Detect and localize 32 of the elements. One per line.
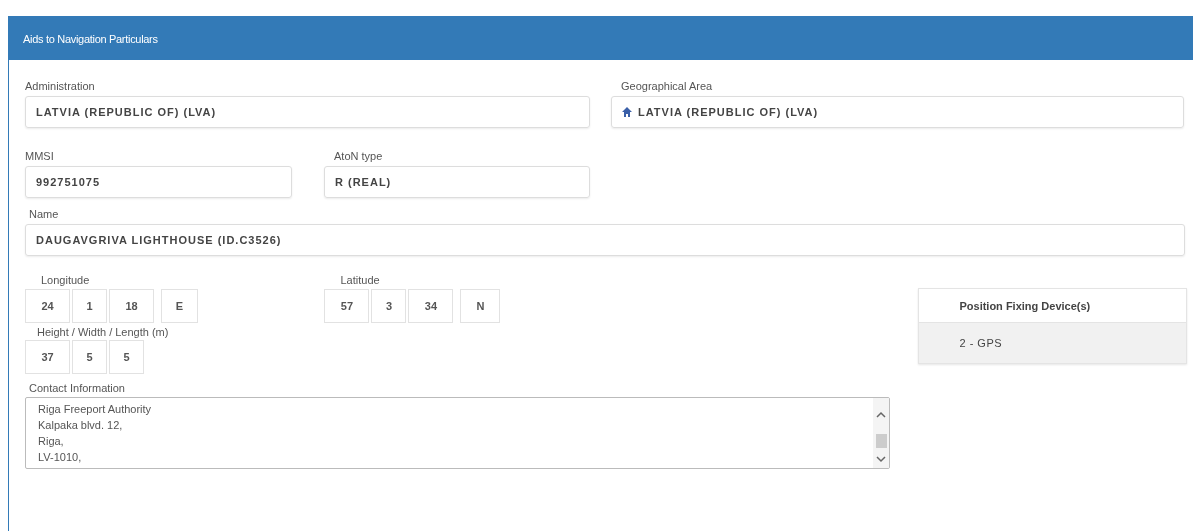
contact-text-area[interactable]: Riga Freeport Authority Kalpaka blvd. 12, Riga, LV-1010, (25, 397, 890, 469)
longitude-field[interactable]: E (161, 289, 198, 323)
latitude-field[interactable]: N (460, 289, 501, 323)
field-label: AtoN type (334, 150, 383, 162)
field-label: Contact Information (29, 382, 125, 394)
contact-text: Riga Freeport Authority Kalpaka blvd. 12, Riga, LV-1010, (37, 402, 153, 465)
dimension-field[interactable]: 5 (109, 340, 144, 374)
administration-field[interactable]: LATVIA (REPUBLIC OF) (LVA) (25, 96, 590, 128)
field-label: Administration (25, 80, 95, 92)
mmsi-field[interactable]: 992751075 (25, 166, 292, 198)
name-field[interactable]: DAUGAVGRIVA LIGHTHOUSE (ID.C3526) (25, 224, 1185, 256)
table-cell: 2 - GPS (919, 323, 1186, 363)
field-label: Longitude (41, 274, 90, 286)
home-icon (622, 107, 632, 117)
field-label: Latitude (340, 274, 380, 286)
field-label: Name (29, 208, 59, 220)
dimension-field[interactable]: 5 (72, 340, 107, 374)
field-label: Geographical Area (621, 80, 713, 92)
longitude-field[interactable]: 18 (109, 289, 154, 323)
geographical-area-field[interactable]: LATVIA (REPUBLIC OF) (LVA) (611, 96, 1184, 128)
dimension-field[interactable]: 37 (25, 340, 70, 374)
field-label: MMSI (25, 150, 54, 162)
latitude-field[interactable]: 34 (408, 289, 454, 323)
longitude-field[interactable]: 24 (25, 289, 70, 323)
field-label: Height / Width / Length (m) (37, 326, 169, 338)
latitude-field[interactable]: 3 (371, 289, 407, 323)
panel-title: Aids to Navigation Particulars (9, 17, 1193, 60)
geographical-area-value: LATVIA (REPUBLIC OF) (LVA) (638, 106, 819, 118)
aton-type-field[interactable]: R (REAL) (324, 166, 590, 198)
scrollbar-icon[interactable] (873, 398, 889, 468)
latitude-field[interactable]: 57 (324, 289, 370, 323)
longitude-field[interactable]: 1 (72, 289, 107, 323)
